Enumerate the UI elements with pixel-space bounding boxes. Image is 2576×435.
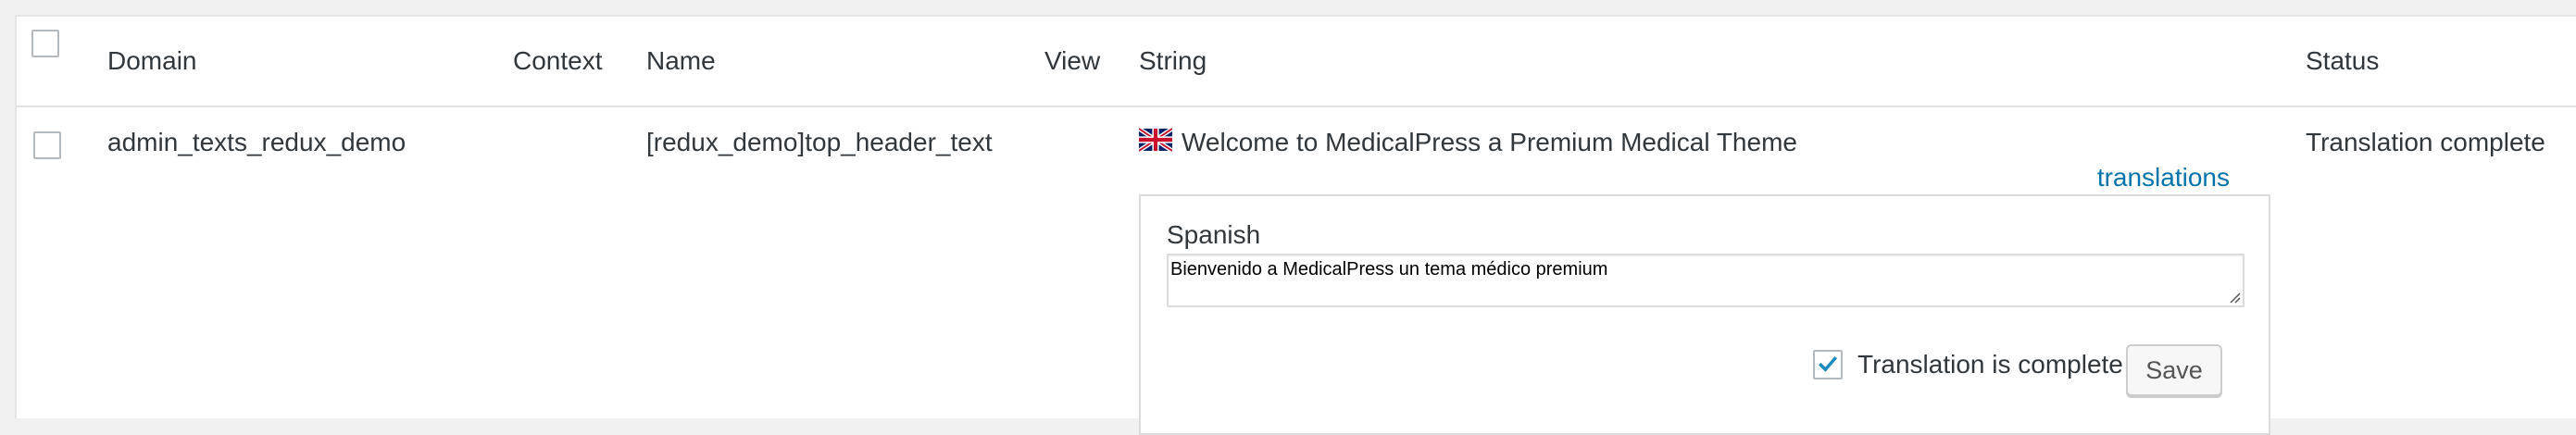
strings-table: Domain Context Name View String Status a… [15, 15, 2576, 435]
row-status: Translation complete [2306, 128, 2545, 156]
translation-panel: Spanish Bienvenido a MedicalPress un tem… [1139, 194, 2270, 435]
translations-link[interactable]: translations [2097, 163, 2230, 193]
translation-textarea[interactable]: Bienvenido a MedicalPress un tema médico… [1167, 254, 2245, 307]
column-header-string[interactable]: String [1139, 46, 1207, 76]
column-header-context[interactable]: Context [513, 46, 603, 76]
resize-grip-icon[interactable] [2228, 291, 2241, 304]
save-button[interactable]: Save [2126, 344, 2222, 396]
row-domain: admin_texts_redux_demo [107, 128, 406, 156]
column-header-domain[interactable]: Domain [107, 46, 196, 76]
column-header-view[interactable]: View [1044, 46, 1100, 76]
translation-complete-label[interactable]: Translation is complete [1857, 350, 2123, 379]
row-string: Welcome to MedicalPress a Premium Medica… [1182, 128, 1797, 156]
uk-flag-icon [1139, 128, 1172, 152]
language-label: Spanish [1167, 220, 1261, 249]
row-name: [redux_demo]top_header_text [646, 128, 993, 156]
column-header-status[interactable]: Status [2306, 46, 2379, 76]
select-all-checkbox[interactable] [31, 30, 59, 57]
column-header-name[interactable]: Name [646, 46, 716, 76]
table-header-row: Domain Context Name View String Status [17, 17, 2576, 107]
row-select-checkbox[interactable] [33, 131, 61, 159]
translation-complete-checkbox[interactable] [1813, 350, 1843, 379]
checkmark-icon [1819, 355, 1838, 372]
